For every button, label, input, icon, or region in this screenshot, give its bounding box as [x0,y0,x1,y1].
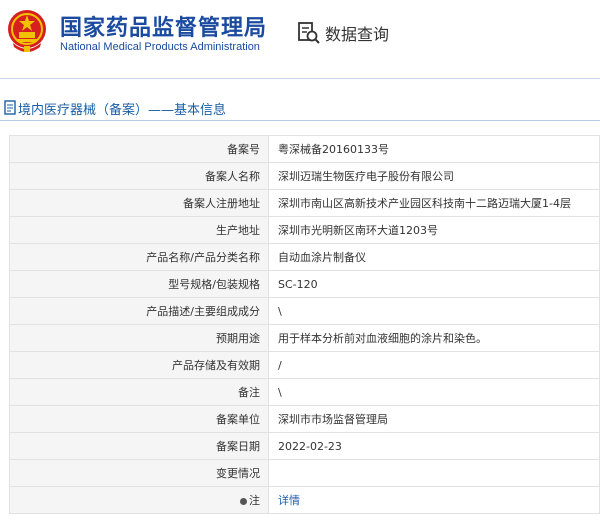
row-label: 产品描述/主要组成成分 [9,297,269,325]
breadcrumb-underline [0,120,600,121]
header-divider [0,78,600,79]
row-label: 备案人注册地址 [9,189,269,217]
national-emblem-icon [8,10,46,52]
row-label: 型号规格/包装规格 [9,270,269,298]
details-link[interactable]: 详情 [268,486,600,514]
table-row: 产品名称/产品分类名称 自动血涂片制备仪 [9,243,600,271]
document-icon [4,100,16,115]
row-label: 产品存储及有效期 [9,351,269,379]
row-value: 深圳迈瑞生物医疗电子股份有限公司 [268,162,600,190]
row-label: 备案日期 [9,432,269,460]
row-value: \ [268,378,600,406]
table-row: 备案号 粤深械备20160133号 [9,135,600,163]
site-title: 国家药品监督管理局 [60,16,268,41]
table-row: 预期用途 用于样本分析前对血液细胞的涂片和染色。 [9,324,600,352]
record-detail-table: 备案号 粤深械备20160133号 备案人名称 深圳迈瑞生物医疗电子股份有限公司 备… [9,135,600,514]
data-query-link[interactable]: 数据查询 [297,21,389,45]
row-value: 深圳市南山区高新技术产业园区科技南十二路迈瑞大厦1-4层 [268,189,600,217]
breadcrumb-text: 境内医疗器械（备案）——基本信息 [18,103,227,118]
row-label: 备注 [9,378,269,406]
row-value: 粤深械备20160133号 [268,135,600,163]
row-value: 2022-02-23 [268,432,600,460]
row-label-note: 注 [9,486,269,514]
row-label: 预期用途 [9,324,269,352]
table-row: 产品描述/主要组成成分 \ [9,297,600,325]
row-label: 产品名称/产品分类名称 [9,243,269,271]
table-row: 生产地址 深圳市光明新区南环大道1203号 [9,216,600,244]
row-value: 自动血涂片制备仪 [268,243,600,271]
table-row: 备案人名称 深圳迈瑞生物医疗电子股份有限公司 [9,162,600,190]
table-row: 备注 \ [9,378,600,406]
table-row: 备案单位 深圳市市场监督管理局 [9,405,600,433]
row-label: 变更情况 [9,459,269,487]
row-value: 深圳市市场监督管理局 [268,405,600,433]
breadcrumb: 境内医疗器械（备案）——基本信息 [0,98,600,121]
search-document-icon [298,22,320,44]
row-value: \ [268,297,600,325]
row-label: 生产地址 [9,216,269,244]
row-label: 备案单位 [9,405,269,433]
site-header: 国家药品监督管理局 National Medical Products Admi… [0,0,600,72]
row-value: SC-120 [268,270,600,298]
table-row: 备案日期 2022-02-23 [9,432,600,460]
row-label: 备案人名称 [9,162,269,190]
note-bulb-icon [240,497,247,505]
row-value: 用于样本分析前对血液细胞的涂片和染色。 [268,324,600,352]
row-label: 备案号 [9,135,269,163]
row-value: / [268,351,600,379]
table-row: 注 详情 [9,486,600,514]
row-value: 深圳市光明新区南环大道1203号 [268,216,600,244]
site-subtitle: National Medical Products Administration [60,41,260,53]
note-label: 注 [249,494,260,507]
table-row: 型号规格/包装规格 SC-120 [9,270,600,298]
table-row: 备案人注册地址 深圳市南山区高新技术产业园区科技南十二路迈瑞大厦1-4层 [9,189,600,217]
data-query-label: 数据查询 [325,25,390,44]
table-row: 变更情况 [9,459,600,487]
table-row: 产品存储及有效期 / [9,351,600,379]
row-value [268,459,600,487]
